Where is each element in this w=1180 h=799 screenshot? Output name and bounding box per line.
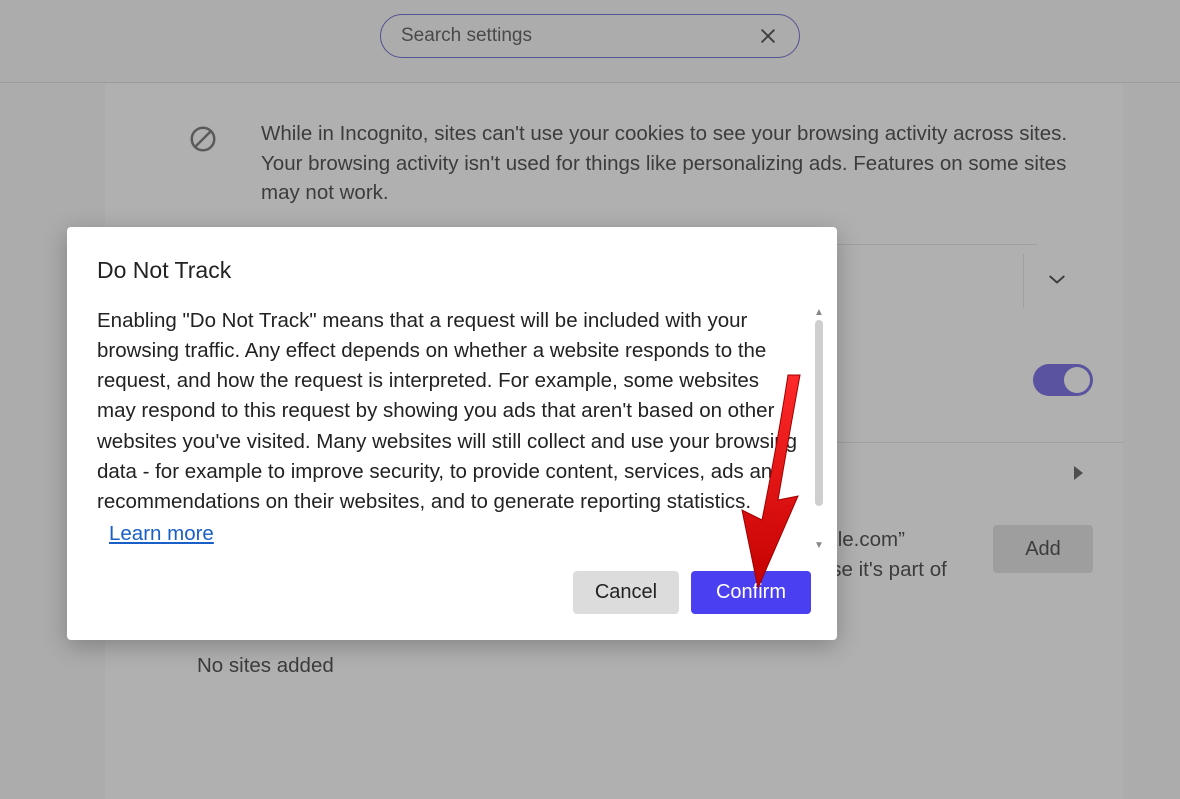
dialog-body-text: Enabling "Do Not Track" means that a req… (97, 309, 797, 513)
scrollbar[interactable]: ▲ ▼ (811, 306, 827, 553)
do-not-track-dialog: Do Not Track Enabling "Do Not Track" mea… (67, 227, 837, 640)
scroll-down-icon[interactable]: ▼ (814, 541, 824, 551)
cancel-button[interactable]: Cancel (573, 571, 679, 614)
learn-more-link[interactable]: Learn more (109, 519, 214, 549)
dialog-footer: Cancel Confirm (97, 571, 827, 614)
scrollbar-track[interactable] (815, 320, 823, 539)
scroll-up-icon[interactable]: ▲ (814, 308, 824, 318)
confirm-button[interactable]: Confirm (691, 571, 811, 614)
dialog-body: Enabling "Do Not Track" means that a req… (97, 306, 803, 553)
dialog-title: Do Not Track (97, 257, 827, 284)
dialog-body-wrap: Enabling "Do Not Track" means that a req… (97, 306, 827, 553)
scrollbar-thumb[interactable] (815, 320, 823, 506)
